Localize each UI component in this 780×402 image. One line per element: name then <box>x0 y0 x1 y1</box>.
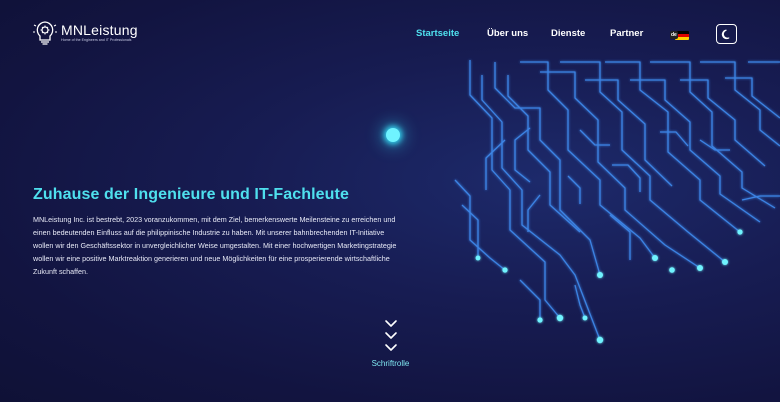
nav-item-partner[interactable]: Partner <box>610 28 643 39</box>
hero-title: Zuhause der Ingenieure und IT-Fachleute <box>33 186 349 203</box>
nav-item-dienste[interactable]: Dienste <box>551 28 585 39</box>
moon-icon <box>721 29 730 39</box>
glow-dot <box>386 128 400 142</box>
scroll-label: Schriftrolle <box>371 359 410 368</box>
language-code: de <box>670 31 678 39</box>
header: MNLeistung Home of the Engineers and IT … <box>0 0 780 66</box>
hero-section: Zuhause der Ingenieure und IT-Fachleute … <box>33 186 413 278</box>
nav-item-startseite[interactable]: Startseite <box>416 28 459 39</box>
chevron-down-icon <box>384 320 397 351</box>
language-selector[interactable]: de <box>670 30 690 40</box>
page: MNLeistung Home of the Engineers and IT … <box>0 0 780 402</box>
hero-description: MNLeistung Inc. ist bestrebt, 2023 voran… <box>33 215 397 277</box>
main-nav: Startseite Über uns Dienste Partner <box>0 28 780 42</box>
scroll-indicator[interactable]: Schriftrolle <box>363 318 418 368</box>
theme-toggle-button[interactable] <box>716 24 737 44</box>
nav-item-ueber-uns[interactable]: Über uns <box>487 28 528 39</box>
